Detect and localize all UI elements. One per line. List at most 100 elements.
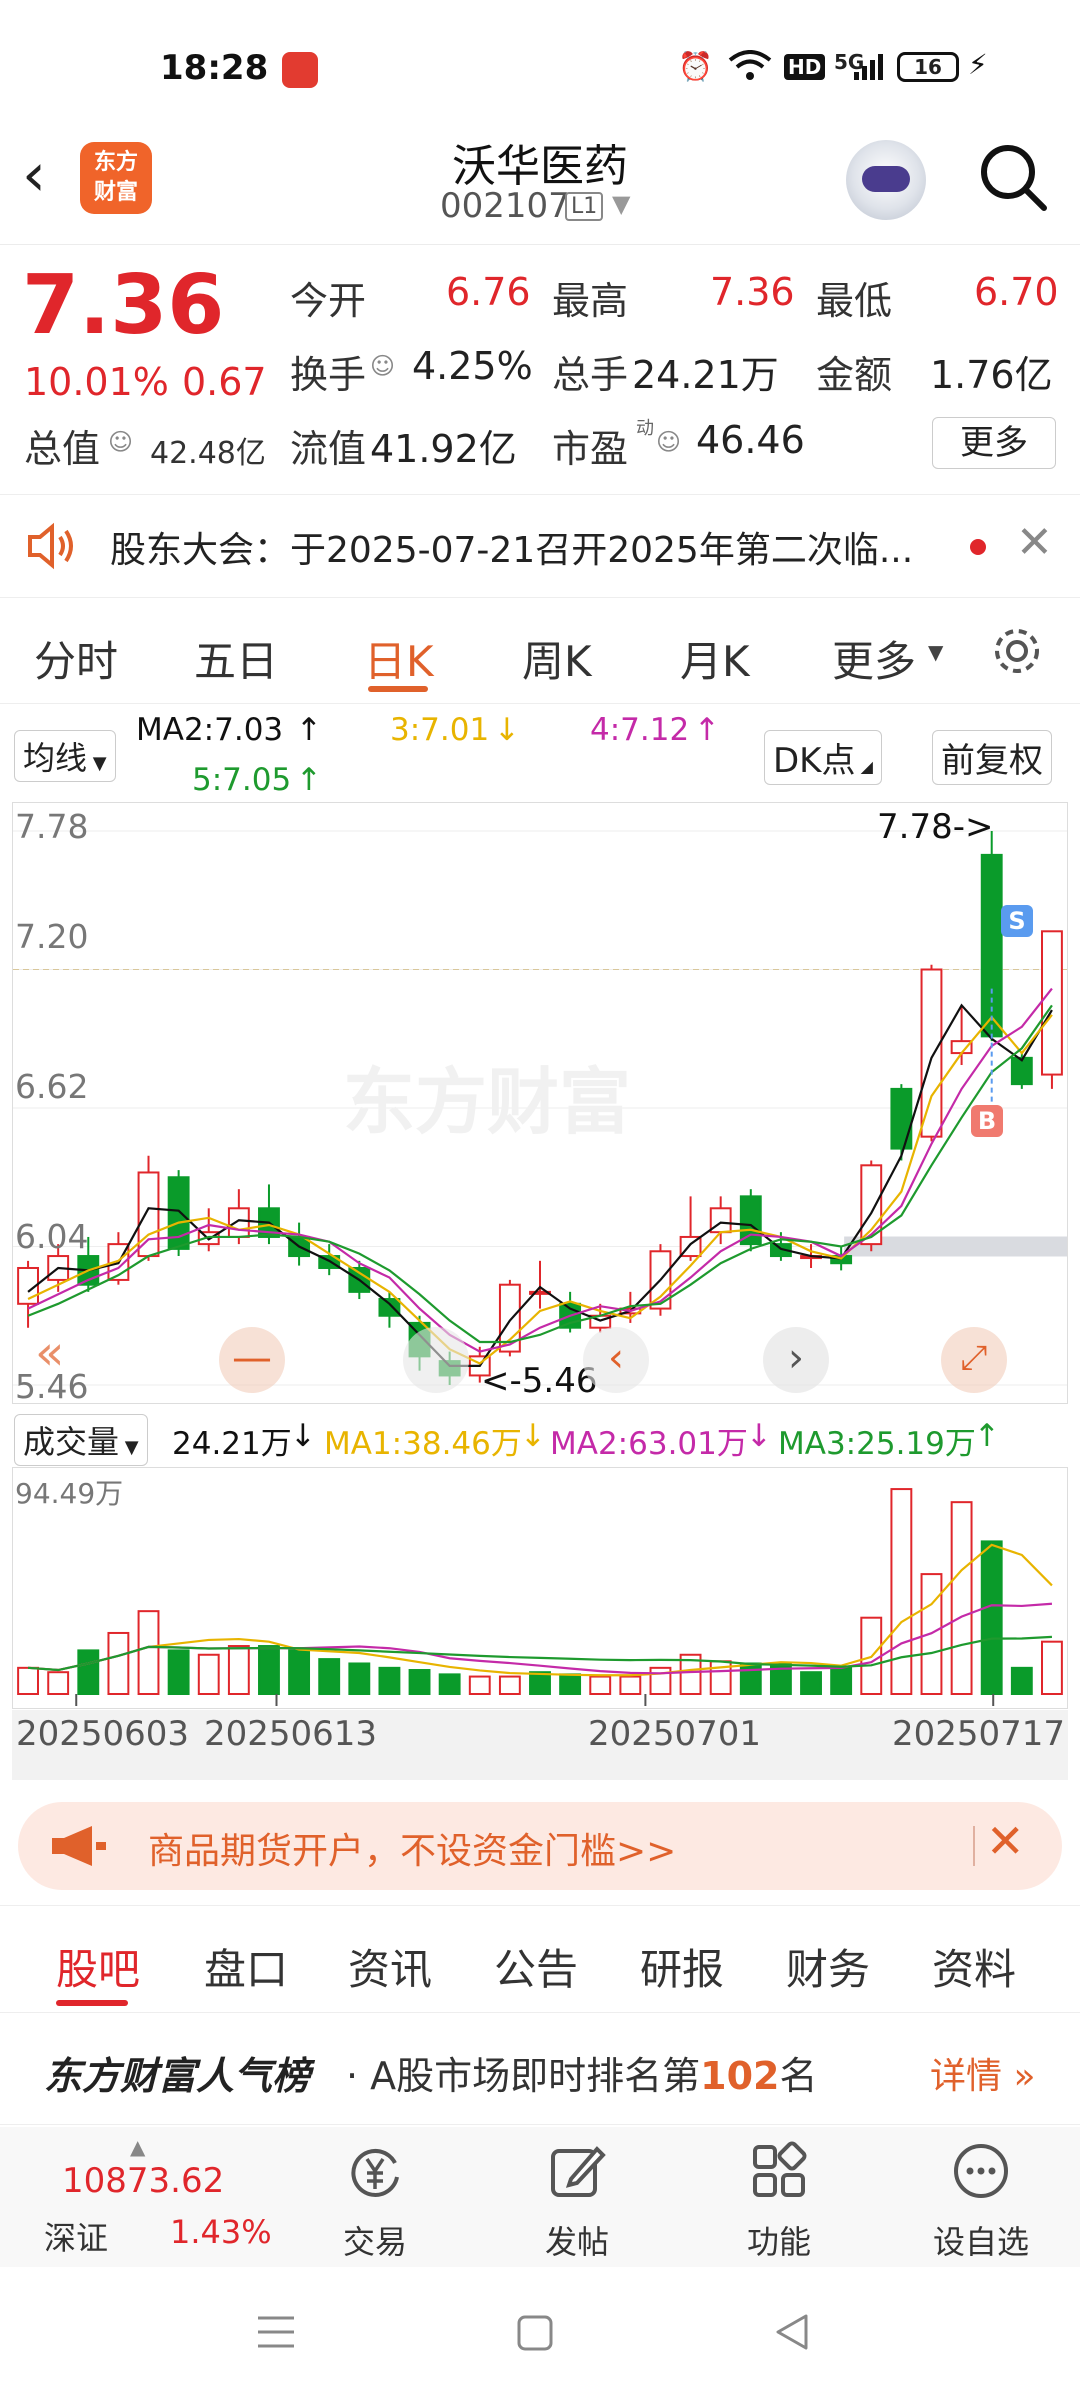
alarm-icon: ⏰ [678, 50, 713, 83]
sell-marker[interactable]: S [1001, 905, 1033, 937]
level-badge[interactable]: L1 [565, 192, 604, 221]
rank-detail-link[interactable]: 详情 » [930, 2047, 1035, 2099]
double-chevron-icon: » [1002, 2056, 1036, 2097]
promo-text[interactable]: 商品期货开户，不设资金门槛>> [148, 1822, 676, 1874]
more-dots-icon [954, 2144, 1008, 2198]
yen-cycle-icon [351, 2148, 399, 2197]
gear-icon[interactable] [990, 624, 1044, 678]
tab-intraday[interactable]: 分时 [34, 628, 118, 689]
low-value: 6.70 [974, 270, 1059, 314]
tab-monthly-k[interactable]: 月K [680, 628, 750, 689]
nav-add-watchlist-label: 设自选 [932, 2223, 1029, 2261]
nav-post[interactable]: 发帖 [502, 2141, 652, 2263]
info-icon[interactable]: ☺ [370, 352, 395, 380]
notice-text[interactable]: 股东大会：于2025-07-21召开2025年第二次临... [110, 521, 913, 573]
volume-bar [619, 1675, 642, 1695]
tab-more[interactable]: 更多 [832, 628, 916, 689]
next-icon[interactable]: › [763, 1327, 829, 1393]
divider [973, 1826, 975, 1866]
scroll-left-icon[interactable]: « [35, 1325, 64, 1381]
volume-bar [950, 1501, 973, 1695]
arrow-down-icon: ↓ [494, 712, 520, 748]
tab-profile[interactable]: 资料 [932, 1936, 1016, 1997]
y-axis-label: 7.78 [15, 807, 89, 846]
adjust-button[interactable]: 前复权 [932, 730, 1052, 785]
volume-bar [137, 1610, 160, 1695]
tab-weekly-k[interactable]: 周K [522, 628, 592, 689]
indicator-selector[interactable]: 成交量 ▼ [14, 1414, 148, 1466]
ma-selector[interactable]: 均线 ▼ [14, 730, 116, 782]
amount-label: 金额 [816, 353, 893, 397]
low-label: 最低 [816, 279, 893, 323]
ma2-value: MA2:7.03 [136, 712, 284, 748]
rank-prefix: · A股市场即时排名第 [346, 2054, 701, 2098]
volume-chart[interactable]: 94.49万 [12, 1467, 1068, 1709]
nav-trade[interactable]: 交易 [300, 2141, 450, 2263]
market-cap-value: 42.48亿 [150, 436, 266, 471]
dk-point-button[interactable]: DK点 ◢ [764, 730, 882, 785]
megaphone-icon [52, 1826, 106, 1866]
low-marker: <-5.46 [481, 1361, 598, 1401]
home-icon[interactable] [516, 2314, 554, 2352]
volume-bar [1010, 1666, 1033, 1695]
info-icon[interactable]: ☺ [656, 428, 681, 456]
volume-bar [498, 1675, 521, 1695]
close-icon[interactable]: ✕ [1016, 517, 1053, 568]
status-bar: 18:28 ⏰ HD 5G 16 ⚡ [0, 0, 1080, 130]
wifi-icon [728, 50, 772, 80]
notice-bar[interactable]: 股东大会：于2025-07-21召开2025年第二次临... ✕ [0, 494, 1080, 598]
stock-header: ‹ 东方 财富 沃华医药 002107 L1 ▼ [0, 130, 1080, 245]
fullscreen-icon[interactable]: ⤢ [941, 1327, 1007, 1393]
index-value[interactable]: 10873.62 [62, 2161, 224, 2201]
date-label: 20250701 [588, 1714, 762, 1754]
tab-daily-k[interactable]: 日K [364, 628, 434, 689]
caret-icon: ◢ [855, 757, 873, 776]
close-icon[interactable]: ✕ [986, 1814, 1025, 1868]
tab-orderbook[interactable]: 盘口 [204, 1936, 288, 1997]
high-value: 7.36 [710, 270, 795, 314]
nav-add-watchlist[interactable]: 设自选 [906, 2141, 1056, 2263]
caret-down-icon[interactable]: ▼ [928, 640, 943, 664]
popularity-rank-banner[interactable]: 东方财富人气榜 · A股市场即时排名第102名 详情 » [0, 2015, 1080, 2125]
volume-bar [890, 1488, 913, 1695]
tab-forum[interactable]: 股吧 [56, 1936, 140, 1997]
watermark: 东方财富 [343, 1060, 632, 1144]
edit-icon [551, 2146, 606, 2197]
volume-bar [258, 1645, 280, 1695]
zoom-in-button[interactable] [403, 1327, 469, 1393]
back-nav-icon[interactable] [772, 2312, 812, 2352]
tab-financials[interactable]: 财务 [786, 1936, 870, 1997]
chevron-down-icon[interactable]: ▼ [612, 190, 630, 218]
prev-icon[interactable]: ‹ [583, 1327, 649, 1393]
turnover-value: 4.25% [412, 344, 533, 388]
date-axis: 20250603 20250613 20250701 20250717 [12, 1710, 1068, 1780]
search-icon[interactable] [978, 142, 1048, 212]
nav-functions[interactable]: 功能 [704, 2141, 854, 2263]
volume-bar [468, 1675, 491, 1695]
volume-bar [438, 1673, 461, 1696]
tab-five-day[interactable]: 五日 [194, 628, 278, 689]
vol-ma3: MA3:25.19万 [778, 1426, 976, 1462]
candle-body [739, 1195, 762, 1246]
tab-announcements[interactable]: 公告 [494, 1936, 578, 1997]
tab-news[interactable]: 资讯 [348, 1936, 432, 1997]
caret-down-icon: ▼ [87, 753, 107, 774]
volume-bar [800, 1671, 822, 1695]
change-percent: 10.01% [24, 360, 169, 404]
tab-research[interactable]: 研报 [640, 1936, 724, 1997]
pe-label: 市盈 [552, 427, 629, 471]
buy-marker[interactable]: B [971, 1105, 1003, 1137]
ma-selector-label: 均线 [23, 739, 88, 777]
arrow-up-icon: ↑ [296, 712, 322, 748]
menu-icon[interactable] [256, 2314, 296, 2350]
volume-bar [589, 1675, 612, 1695]
open-label: 今开 [290, 279, 367, 323]
kline-chart[interactable]: 东方财富 7.78 7.20 6.62 6.04 5.46 7.78-> <-5… [12, 802, 1068, 1406]
promo-banner[interactable]: 商品期货开户，不设资金门槛>> ✕ [18, 1802, 1062, 1890]
zoom-out-button[interactable]: — [219, 1327, 285, 1393]
candle-body [1041, 930, 1063, 1076]
arrow-down-icon: ↓ [290, 1418, 316, 1454]
caret-up-icon[interactable]: ▲ [130, 2135, 145, 2159]
info-icon[interactable]: ☺ [108, 428, 133, 456]
more-quote-button[interactable]: 更多 [932, 417, 1056, 469]
